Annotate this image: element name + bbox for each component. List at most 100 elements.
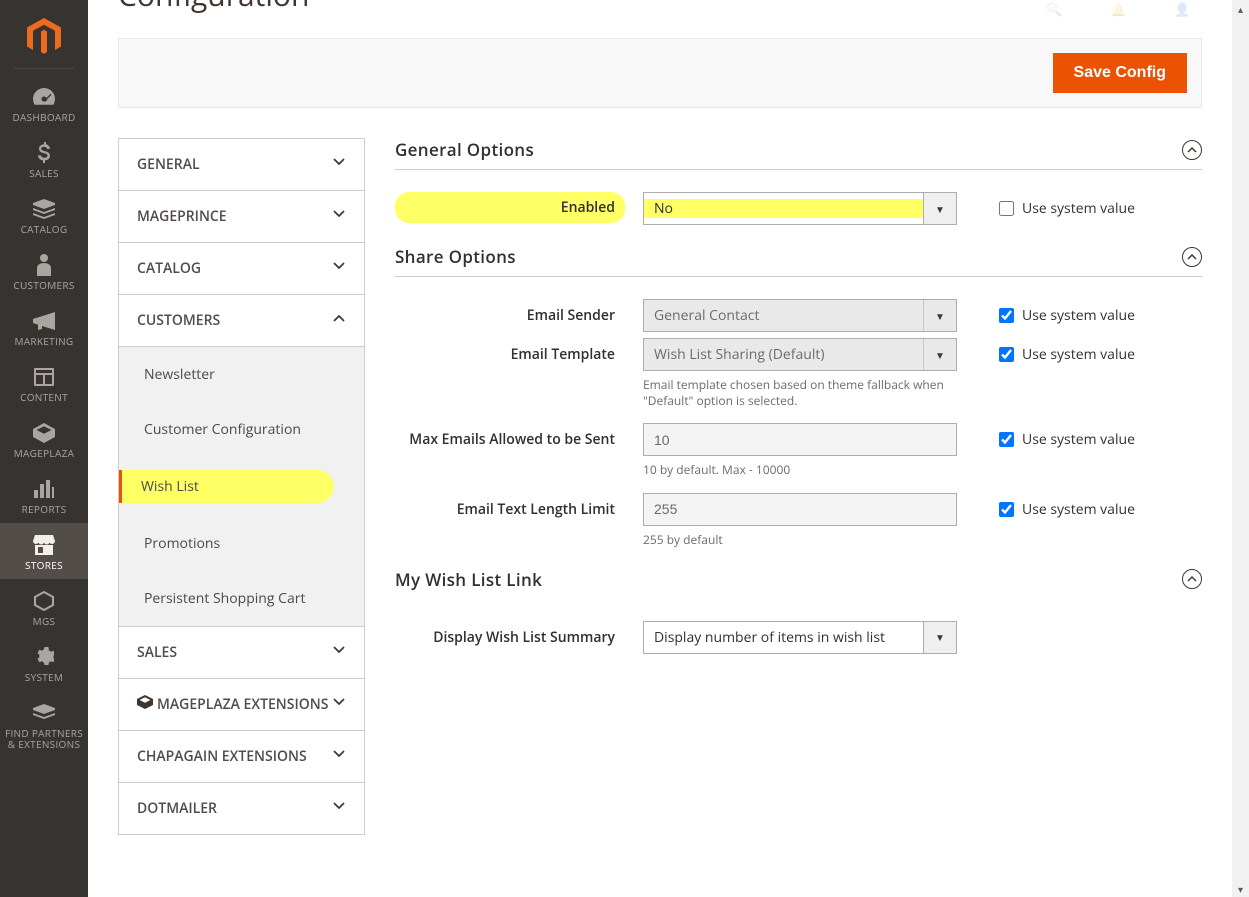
window-vertical-scrollbar[interactable]: ▴ <box>1232 0 1249 880</box>
email-template-select: Wish List Sharing (Default) ▼ <box>643 338 957 371</box>
tab-general[interactable]: GENERAL <box>119 139 364 191</box>
menu-label: MARKETING <box>2 336 86 347</box>
field-note: Email template chosen based on theme fal… <box>643 377 957 409</box>
search-icon[interactable]: 🔍 <box>1046 0 1070 24</box>
section-share-options-header[interactable]: Share Options <box>395 245 1202 277</box>
max-emails-input <box>643 423 957 456</box>
sales-icon <box>2 140 86 166</box>
chevron-down-icon <box>332 259 346 278</box>
collapse-icon <box>1182 247 1202 267</box>
tab-label: MAGEPLAZA EXTENSIONS <box>137 695 328 714</box>
select-value: Display number of items in wish list <box>644 628 923 647</box>
use-system-label: Use system value <box>1022 430 1135 449</box>
use-system-label: Use system value <box>1022 500 1135 519</box>
menu-mgs[interactable]: MGS <box>0 579 88 635</box>
menu-label: STORES <box>2 560 86 571</box>
use-system-value-max-emails[interactable]: Use system value <box>957 423 1135 449</box>
chevron-down-icon <box>332 747 346 766</box>
system-icon <box>2 644 86 670</box>
content-icon <box>2 364 86 390</box>
field-label-enabled: Enabled <box>395 192 625 223</box>
tab-dotmailer[interactable]: DOTMAILER <box>119 783 364 835</box>
select-value: General Contact <box>644 306 923 325</box>
email-sender-select: General Contact ▼ <box>643 299 957 332</box>
field-label-email-sender: Email Sender <box>395 299 643 325</box>
notifications-icon[interactable]: 🔔 <box>1110 0 1134 24</box>
tab-mageprince[interactable]: MAGEPRINCE <box>119 191 364 243</box>
use-system-checkbox[interactable] <box>999 502 1014 517</box>
menu-label: MGS <box>2 616 86 627</box>
stores-icon <box>2 532 86 558</box>
tab-mageplaza-extensions[interactable]: MAGEPLAZA EXTENSIONS <box>119 679 364 731</box>
select-value: Wish List Sharing (Default) <box>644 345 923 364</box>
menu-content[interactable]: CONTENT <box>0 355 88 411</box>
menu-customers[interactable]: CUSTOMERS <box>0 243 88 299</box>
subtab-newsletter[interactable]: Newsletter <box>119 347 364 402</box>
account-icon[interactable]: 👤 <box>1174 0 1198 24</box>
catalog-icon <box>2 196 86 222</box>
mgs-icon <box>2 588 86 614</box>
menu-marketing[interactable]: MARKETING <box>0 299 88 355</box>
customers-icon <box>2 252 86 278</box>
chevron-down-icon <box>332 643 346 662</box>
chevron-down-icon <box>332 155 346 174</box>
field-label-max-emails: Max Emails Allowed to be Sent <box>395 423 643 449</box>
config-tabs: GENERAL MAGEPRINCE CATALOG CUSTOMERS New… <box>118 138 365 835</box>
subtab-wish-list[interactable]: Wish List <box>119 470 334 503</box>
save-config-button[interactable]: Save Config <box>1053 53 1187 93</box>
section-general-options-header[interactable]: General Options <box>395 138 1202 170</box>
tab-label: CUSTOMERS <box>137 311 220 330</box>
menu-label: CONTENT <box>2 392 86 403</box>
reports-icon <box>2 476 86 502</box>
menu-label: SALES <box>2 168 86 179</box>
chevron-up-icon <box>332 311 346 330</box>
menu-reports[interactable]: REPORTS <box>0 467 88 523</box>
use-system-value-email-sender[interactable]: Use system value <box>957 299 1135 325</box>
use-system-label: Use system value <box>1022 306 1135 325</box>
scroll-up-arrow-icon[interactable]: ▴ <box>1232 0 1249 17</box>
admin-sidebar: DASHBOARD SALES CATALOG CUSTOMERS MARKET… <box>0 0 88 897</box>
partners-icon <box>2 700 86 726</box>
tab-label: MAGEPRINCE <box>137 207 227 226</box>
menu-label: REPORTS <box>2 504 86 515</box>
use-system-value-email-template[interactable]: Use system value <box>957 338 1135 364</box>
subtab-persistent-shopping-cart[interactable]: Persistent Shopping Cart <box>119 571 364 626</box>
menu-stores[interactable]: STORES <box>0 523 88 579</box>
page-actions-toolbar: Save Config <box>118 38 1202 108</box>
menu-mageplaza[interactable]: MAGEPLAZA <box>0 411 88 467</box>
scroll-down-arrow-icon[interactable]: ▾ <box>1232 880 1249 897</box>
menu-dashboard[interactable]: DASHBOARD <box>0 75 88 131</box>
menu-sales[interactable]: SALES <box>0 131 88 187</box>
magento-logo[interactable] <box>0 0 88 68</box>
field-note: 255 by default <box>643 532 957 548</box>
tab-label: DOTMAILER <box>137 799 217 818</box>
use-system-value-text-limit[interactable]: Use system value <box>957 493 1135 519</box>
use-system-checkbox[interactable] <box>999 432 1014 447</box>
use-system-checkbox[interactable] <box>999 308 1014 323</box>
menu-find-partners[interactable]: FIND PARTNERS & EXTENSIONS <box>0 691 88 758</box>
field-label-display-summary: Display Wish List Summary <box>395 621 643 647</box>
marketing-icon <box>2 308 86 334</box>
use-system-checkbox[interactable] <box>999 347 1014 362</box>
tab-catalog[interactable]: CATALOG <box>119 243 364 295</box>
collapse-icon <box>1182 569 1202 589</box>
select-arrow-icon: ▼ <box>923 300 956 331</box>
menu-label: DASHBOARD <box>2 112 86 123</box>
tab-chapagain-extensions[interactable]: CHAPAGAIN EXTENSIONS <box>119 731 364 783</box>
text-limit-input <box>643 493 957 526</box>
subtab-promotions[interactable]: Promotions <box>119 516 364 571</box>
subtab-customer-configuration[interactable]: Customer Configuration <box>119 402 364 457</box>
tab-customers[interactable]: CUSTOMERS <box>119 295 364 347</box>
select-arrow-icon: ▼ <box>923 193 956 224</box>
use-system-checkbox[interactable] <box>999 201 1014 216</box>
use-system-value-enabled[interactable]: Use system value <box>957 192 1135 218</box>
menu-system[interactable]: SYSTEM <box>0 635 88 691</box>
display-summary-select[interactable]: Display number of items in wish list ▼ <box>643 621 957 654</box>
section-my-wish-list-link-header[interactable]: My Wish List Link <box>395 568 1202 599</box>
tab-sales[interactable]: SALES <box>119 627 364 679</box>
menu-label: CUSTOMERS <box>2 280 86 291</box>
enabled-select[interactable]: No ▼ <box>643 192 957 225</box>
section-title: General Options <box>395 138 534 161</box>
menu-catalog[interactable]: CATALOG <box>0 187 88 243</box>
mageplaza-icon <box>2 420 86 446</box>
